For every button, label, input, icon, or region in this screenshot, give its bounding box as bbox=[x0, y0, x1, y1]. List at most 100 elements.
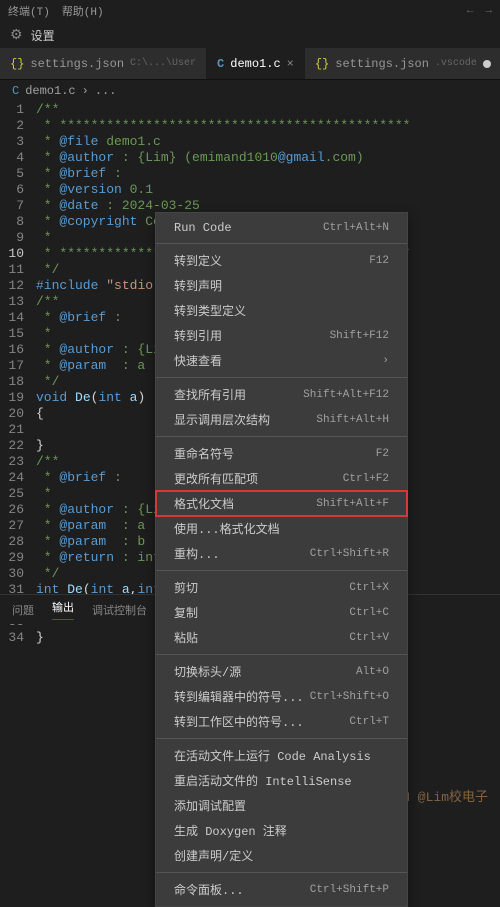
menu-separator bbox=[156, 243, 407, 244]
menu-item-shortcut: Ctrl+Shift+P bbox=[310, 884, 389, 896]
menu-item[interactable]: 转到定义 F12 bbox=[156, 248, 407, 273]
context-menu: Run Code Ctrl+Alt+N 转到定义 F12 转到声明转到类型定义转到引用 S… bbox=[155, 212, 408, 907]
tab-demo1-c[interactable]: C demo1.c × bbox=[207, 48, 305, 79]
panel-debug-console[interactable]: 调试控制台 bbox=[92, 602, 147, 618]
menu-item-shortcut: Ctrl+Alt+N bbox=[323, 222, 389, 234]
menu-item-label: 快速查看 bbox=[174, 352, 222, 369]
menu-item-label: 剪切 bbox=[174, 579, 198, 596]
menu-item-shortcut: F12 bbox=[369, 255, 389, 267]
panel-output[interactable]: 输出 bbox=[52, 599, 74, 620]
menu-item-shortcut: Shift+Alt+F bbox=[316, 498, 389, 510]
menu-separator bbox=[156, 654, 407, 655]
nav-back-icon[interactable]: ← bbox=[467, 5, 474, 17]
menu-separator bbox=[156, 872, 407, 873]
tab-detail: .vscode bbox=[435, 58, 477, 69]
menu-item-shortcut: Shift+Alt+H bbox=[316, 414, 389, 426]
menu-item[interactable]: 转到声明 bbox=[156, 273, 407, 298]
menu-item[interactable]: 重构... Ctrl+Shift+R bbox=[156, 541, 407, 566]
menu-item-label: 显示调用层次结构 bbox=[174, 411, 270, 428]
menu-item-shortcut: Ctrl+Shift+O bbox=[310, 691, 389, 703]
c-icon: C bbox=[217, 57, 224, 71]
menu-separator bbox=[156, 377, 407, 378]
menu-item-shortcut: Ctrl+X bbox=[349, 582, 389, 594]
gear-icon[interactable]: ⚙ bbox=[10, 27, 23, 44]
menu-item-shortcut: Ctrl+V bbox=[349, 632, 389, 644]
menu-item[interactable]: 命令面板... Ctrl+Shift+P bbox=[156, 877, 407, 902]
menu-item-shortcut: F2 bbox=[376, 448, 389, 460]
menu-item-label: 转到定义 bbox=[174, 252, 222, 269]
menu-item-label: 命令面板... bbox=[174, 881, 244, 898]
menu-item[interactable]: 转到编辑器中的符号... Ctrl+Shift+O bbox=[156, 684, 407, 709]
menu-item-label: 转到声明 bbox=[174, 277, 222, 294]
menu-item-label: 转到编辑器中的符号... bbox=[174, 688, 304, 705]
menu-item[interactable]: Run Code Ctrl+Alt+N bbox=[156, 217, 407, 239]
menu-item[interactable]: 转到引用 Shift+F12 bbox=[156, 323, 407, 348]
menu-item-label: 使用...格式化文档 bbox=[174, 520, 280, 537]
line-numbers: 1234567891011121314151617181920212223242… bbox=[0, 102, 36, 646]
tab-detail: C:\...\User bbox=[130, 58, 196, 69]
menu-item-shortcut: Shift+F12 bbox=[330, 330, 389, 342]
menu-help[interactable]: 帮助(H) bbox=[62, 3, 104, 19]
json-icon: {} bbox=[315, 57, 329, 71]
menu-item-label: 转到类型定义 bbox=[174, 302, 246, 319]
menu-item[interactable]: 更改所有匹配项 Ctrl+F2 bbox=[156, 466, 407, 491]
menu-terminal[interactable]: 终端(T) bbox=[8, 3, 50, 19]
settings-label: 设置 bbox=[31, 27, 55, 44]
c-icon: C bbox=[12, 84, 19, 98]
menu-item-label: 在活动文件上运行 Code Analysis bbox=[174, 747, 371, 764]
tab-settings-user[interactable]: {} settings.json C:\...\User bbox=[0, 48, 207, 79]
menu-item[interactable]: 切换标头/源 Alt+O bbox=[156, 659, 407, 684]
menubar: 终端(T) 帮助(H) ← → bbox=[0, 0, 500, 22]
menu-item-label: 格式化文档 bbox=[174, 495, 234, 512]
panel-problems[interactable]: 问题 bbox=[12, 602, 34, 618]
menu-item[interactable]: 转到工作区中的符号...Ctrl+T bbox=[156, 709, 407, 734]
menu-item[interactable]: 快速查看 › bbox=[156, 348, 407, 373]
chevron-right-icon: › bbox=[82, 84, 89, 98]
menu-separator bbox=[156, 570, 407, 571]
menu-item-label: 重构... bbox=[174, 545, 220, 562]
menu-item-shortcut: Ctrl+T bbox=[349, 716, 389, 728]
menu-item-label: 切换标头/源 bbox=[174, 663, 241, 680]
breadcrumb-more: ... bbox=[95, 84, 117, 98]
menu-item-label: 粘贴 bbox=[174, 629, 198, 646]
tab-label: settings.json bbox=[335, 57, 429, 71]
menu-item[interactable]: 格式化文档 Shift+Alt+F bbox=[156, 491, 407, 516]
menu-item[interactable]: 在活动文件上运行 Code Analysis bbox=[156, 743, 407, 768]
menu-item-shortcut: Ctrl+C bbox=[349, 607, 389, 619]
menu-item-shortcut: › bbox=[382, 355, 389, 367]
menu-item[interactable]: 重启活动文件的 IntelliSense bbox=[156, 768, 407, 793]
menu-item[interactable]: 查找所有引用 Shift+Alt+F12 bbox=[156, 382, 407, 407]
editor-tabs: {} settings.json C:\...\User C demo1.c ×… bbox=[0, 48, 500, 80]
breadcrumb-file: demo1.c bbox=[25, 84, 75, 98]
menu-item[interactable]: 复制 Ctrl+C bbox=[156, 600, 407, 625]
menu-item[interactable]: 重命名符号F2 bbox=[156, 441, 407, 466]
menu-item[interactable]: 生成 Doxygen 注释 bbox=[156, 818, 407, 843]
menu-item-label: 查找所有引用 bbox=[174, 386, 246, 403]
dirty-indicator-icon bbox=[483, 60, 491, 68]
nav-forward-icon[interactable]: → bbox=[485, 5, 492, 17]
menu-item-shortcut: Ctrl+Shift+R bbox=[310, 548, 389, 560]
menu-item-label: Run Code bbox=[174, 221, 232, 235]
menu-item[interactable]: 显示调用层次结构 Shift+Alt+H bbox=[156, 407, 407, 432]
menu-separator bbox=[156, 436, 407, 437]
toolbar: ⚙ 设置 bbox=[0, 22, 500, 48]
menu-item-label: 更改所有匹配项 bbox=[174, 470, 258, 487]
menu-item-shortcut: Alt+O bbox=[356, 666, 389, 678]
menu-item[interactable]: 使用...格式化文档 bbox=[156, 516, 407, 541]
menu-item[interactable]: 剪切 Ctrl+X bbox=[156, 575, 407, 600]
menu-item-shortcut: Ctrl+F2 bbox=[343, 473, 389, 485]
menu-item-label: 生成 Doxygen 注释 bbox=[174, 822, 287, 839]
tab-settings-vscode[interactable]: {} settings.json .vscode bbox=[305, 48, 500, 79]
menu-item-shortcut: Shift+Alt+F12 bbox=[303, 389, 389, 401]
breadcrumb[interactable]: C demo1.c › ... bbox=[0, 80, 500, 102]
tab-label: demo1.c bbox=[230, 57, 280, 71]
menu-item-label: 创建声明/定义 bbox=[174, 847, 253, 864]
menu-item-label: 转到引用 bbox=[174, 327, 222, 344]
json-icon: {} bbox=[10, 57, 24, 71]
close-icon[interactable]: × bbox=[287, 57, 294, 71]
menu-item[interactable]: 粘贴 Ctrl+V bbox=[156, 625, 407, 650]
menu-item[interactable]: 创建声明/定义 bbox=[156, 843, 407, 868]
menu-item[interactable]: 转到类型定义 bbox=[156, 298, 407, 323]
menu-item-label: 复制 bbox=[174, 604, 198, 621]
menu-item[interactable]: 添加调试配置 bbox=[156, 793, 407, 818]
